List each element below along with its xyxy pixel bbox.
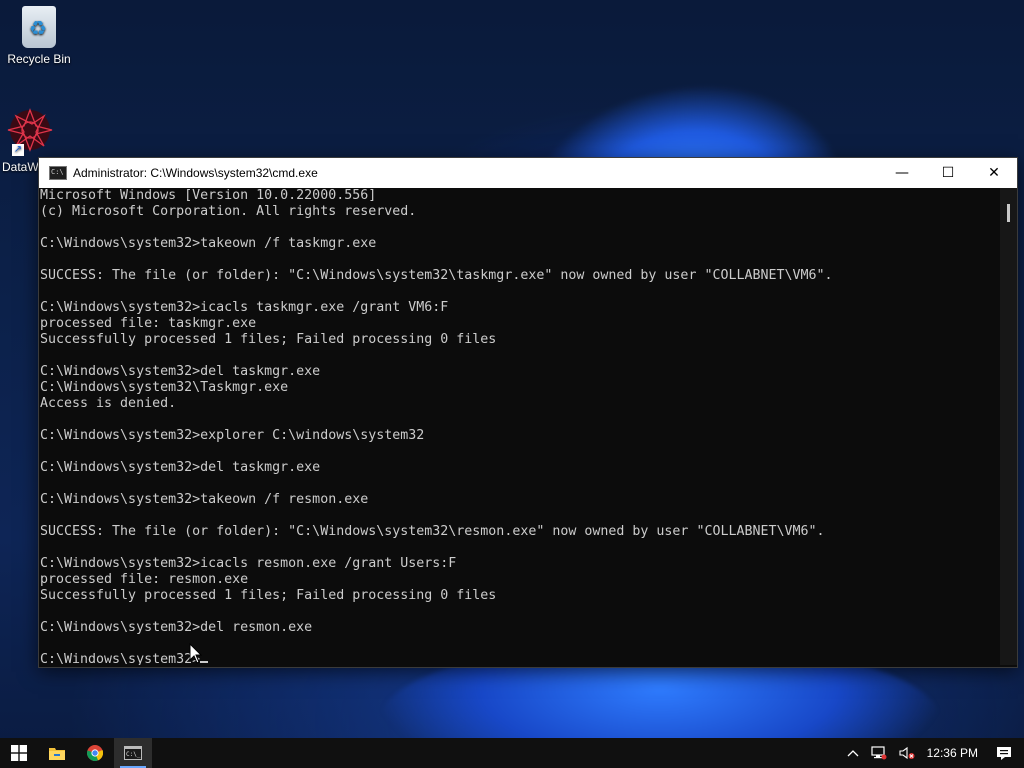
- clock[interactable]: 12:36 PM: [921, 738, 984, 768]
- volume-muted-icon: [899, 746, 915, 760]
- console-line: Successfully processed 1 files; Failed p…: [40, 588, 497, 603]
- console-line: Access is denied.: [40, 396, 177, 411]
- chrome-button[interactable]: [76, 738, 114, 768]
- cmd-icon: [49, 166, 67, 180]
- network-button[interactable]: [865, 738, 893, 768]
- desktop-icon-recycle-bin[interactable]: Recycle Bin: [1, 6, 77, 66]
- notifications-button[interactable]: [984, 738, 1024, 768]
- file-explorer-button[interactable]: [38, 738, 76, 768]
- console-line: C:\Windows\system32>del resmon.exe: [40, 620, 313, 635]
- vertical-scrollbar[interactable]: [1000, 188, 1017, 665]
- window-title: Administrator: C:\Windows\system32\cmd.e…: [73, 166, 318, 180]
- console-prompt-line[interactable]: C:\Windows\system32>: [39, 652, 999, 665]
- cmd-button[interactable]: C:\_: [114, 738, 152, 768]
- console-line: SUCCESS: The file (or folder): "C:\Windo…: [40, 268, 833, 283]
- close-button[interactable]: ✕: [971, 158, 1017, 188]
- start-button[interactable]: [0, 738, 38, 768]
- folder-icon: [49, 748, 65, 760]
- volume-button[interactable]: [893, 738, 921, 768]
- chrome-icon: [87, 745, 103, 761]
- maximize-button[interactable]: ☐: [925, 158, 971, 188]
- console-line: C:\Windows\system32>del taskmgr.exe: [40, 460, 321, 475]
- console-line: C:\Windows\system32\Taskmgr.exe: [40, 380, 289, 395]
- chevron-up-icon: [847, 750, 859, 757]
- console-line: C:\Windows\system32>explorer C:\windows\…: [40, 428, 425, 443]
- console-line: C:\Windows\system32>icacls taskmgr.exe /…: [40, 300, 449, 315]
- console-line: SUCCESS: The file (or folder): "C:\Windo…: [40, 524, 825, 539]
- show-hidden-icons-button[interactable]: [841, 738, 865, 768]
- console-output[interactable]: Microsoft Windows [Version 10.0.22000.55…: [39, 188, 999, 665]
- cmd-window[interactable]: Administrator: C:\Windows\system32\cmd.e…: [38, 157, 1018, 668]
- console-line: processed file: resmon.exe: [40, 572, 249, 587]
- console-line: C:\Windows\system32>del taskmgr.exe: [40, 364, 321, 379]
- windows-logo-icon: [11, 745, 27, 761]
- svg-text:C:\_: C:\_: [126, 751, 141, 758]
- console-prompt: C:\Windows\system32>: [40, 652, 201, 665]
- shortcut-arrow-icon: ↗: [12, 144, 24, 156]
- console-line: C:\Windows\system32>icacls resmon.exe /g…: [40, 556, 457, 571]
- console-line: processed file: taskmgr.exe: [40, 316, 257, 331]
- window-titlebar[interactable]: Administrator: C:\Windows\system32\cmd.e…: [39, 158, 1017, 188]
- cmd-icon: C:\_: [124, 746, 142, 760]
- network-icon: [871, 746, 887, 760]
- mouse-pointer-icon: [189, 643, 203, 664]
- desktop-icon-label: Recycle Bin: [7, 52, 71, 66]
- datawarrior-icon: ↗: [6, 108, 54, 156]
- console-line: Successfully processed 1 files; Failed p…: [40, 332, 497, 347]
- system-tray: 12:36 PM: [841, 738, 1024, 768]
- taskbar: C:\_ 12:36 PM: [0, 738, 1024, 768]
- recycle-bin-icon: [22, 6, 56, 48]
- notifications-icon: [997, 746, 1011, 760]
- console-line: Microsoft Windows [Version 10.0.22000.55…: [40, 188, 377, 203]
- console-line: C:\Windows\system32>takeown /f resmon.ex…: [40, 492, 369, 507]
- minimize-button[interactable]: —: [879, 158, 925, 188]
- console-line: C:\Windows\system32>takeown /f taskmgr.e…: [40, 236, 377, 251]
- scrollbar-thumb[interactable]: [1007, 204, 1010, 222]
- console-line: (c) Microsoft Corporation. All rights re…: [40, 204, 417, 219]
